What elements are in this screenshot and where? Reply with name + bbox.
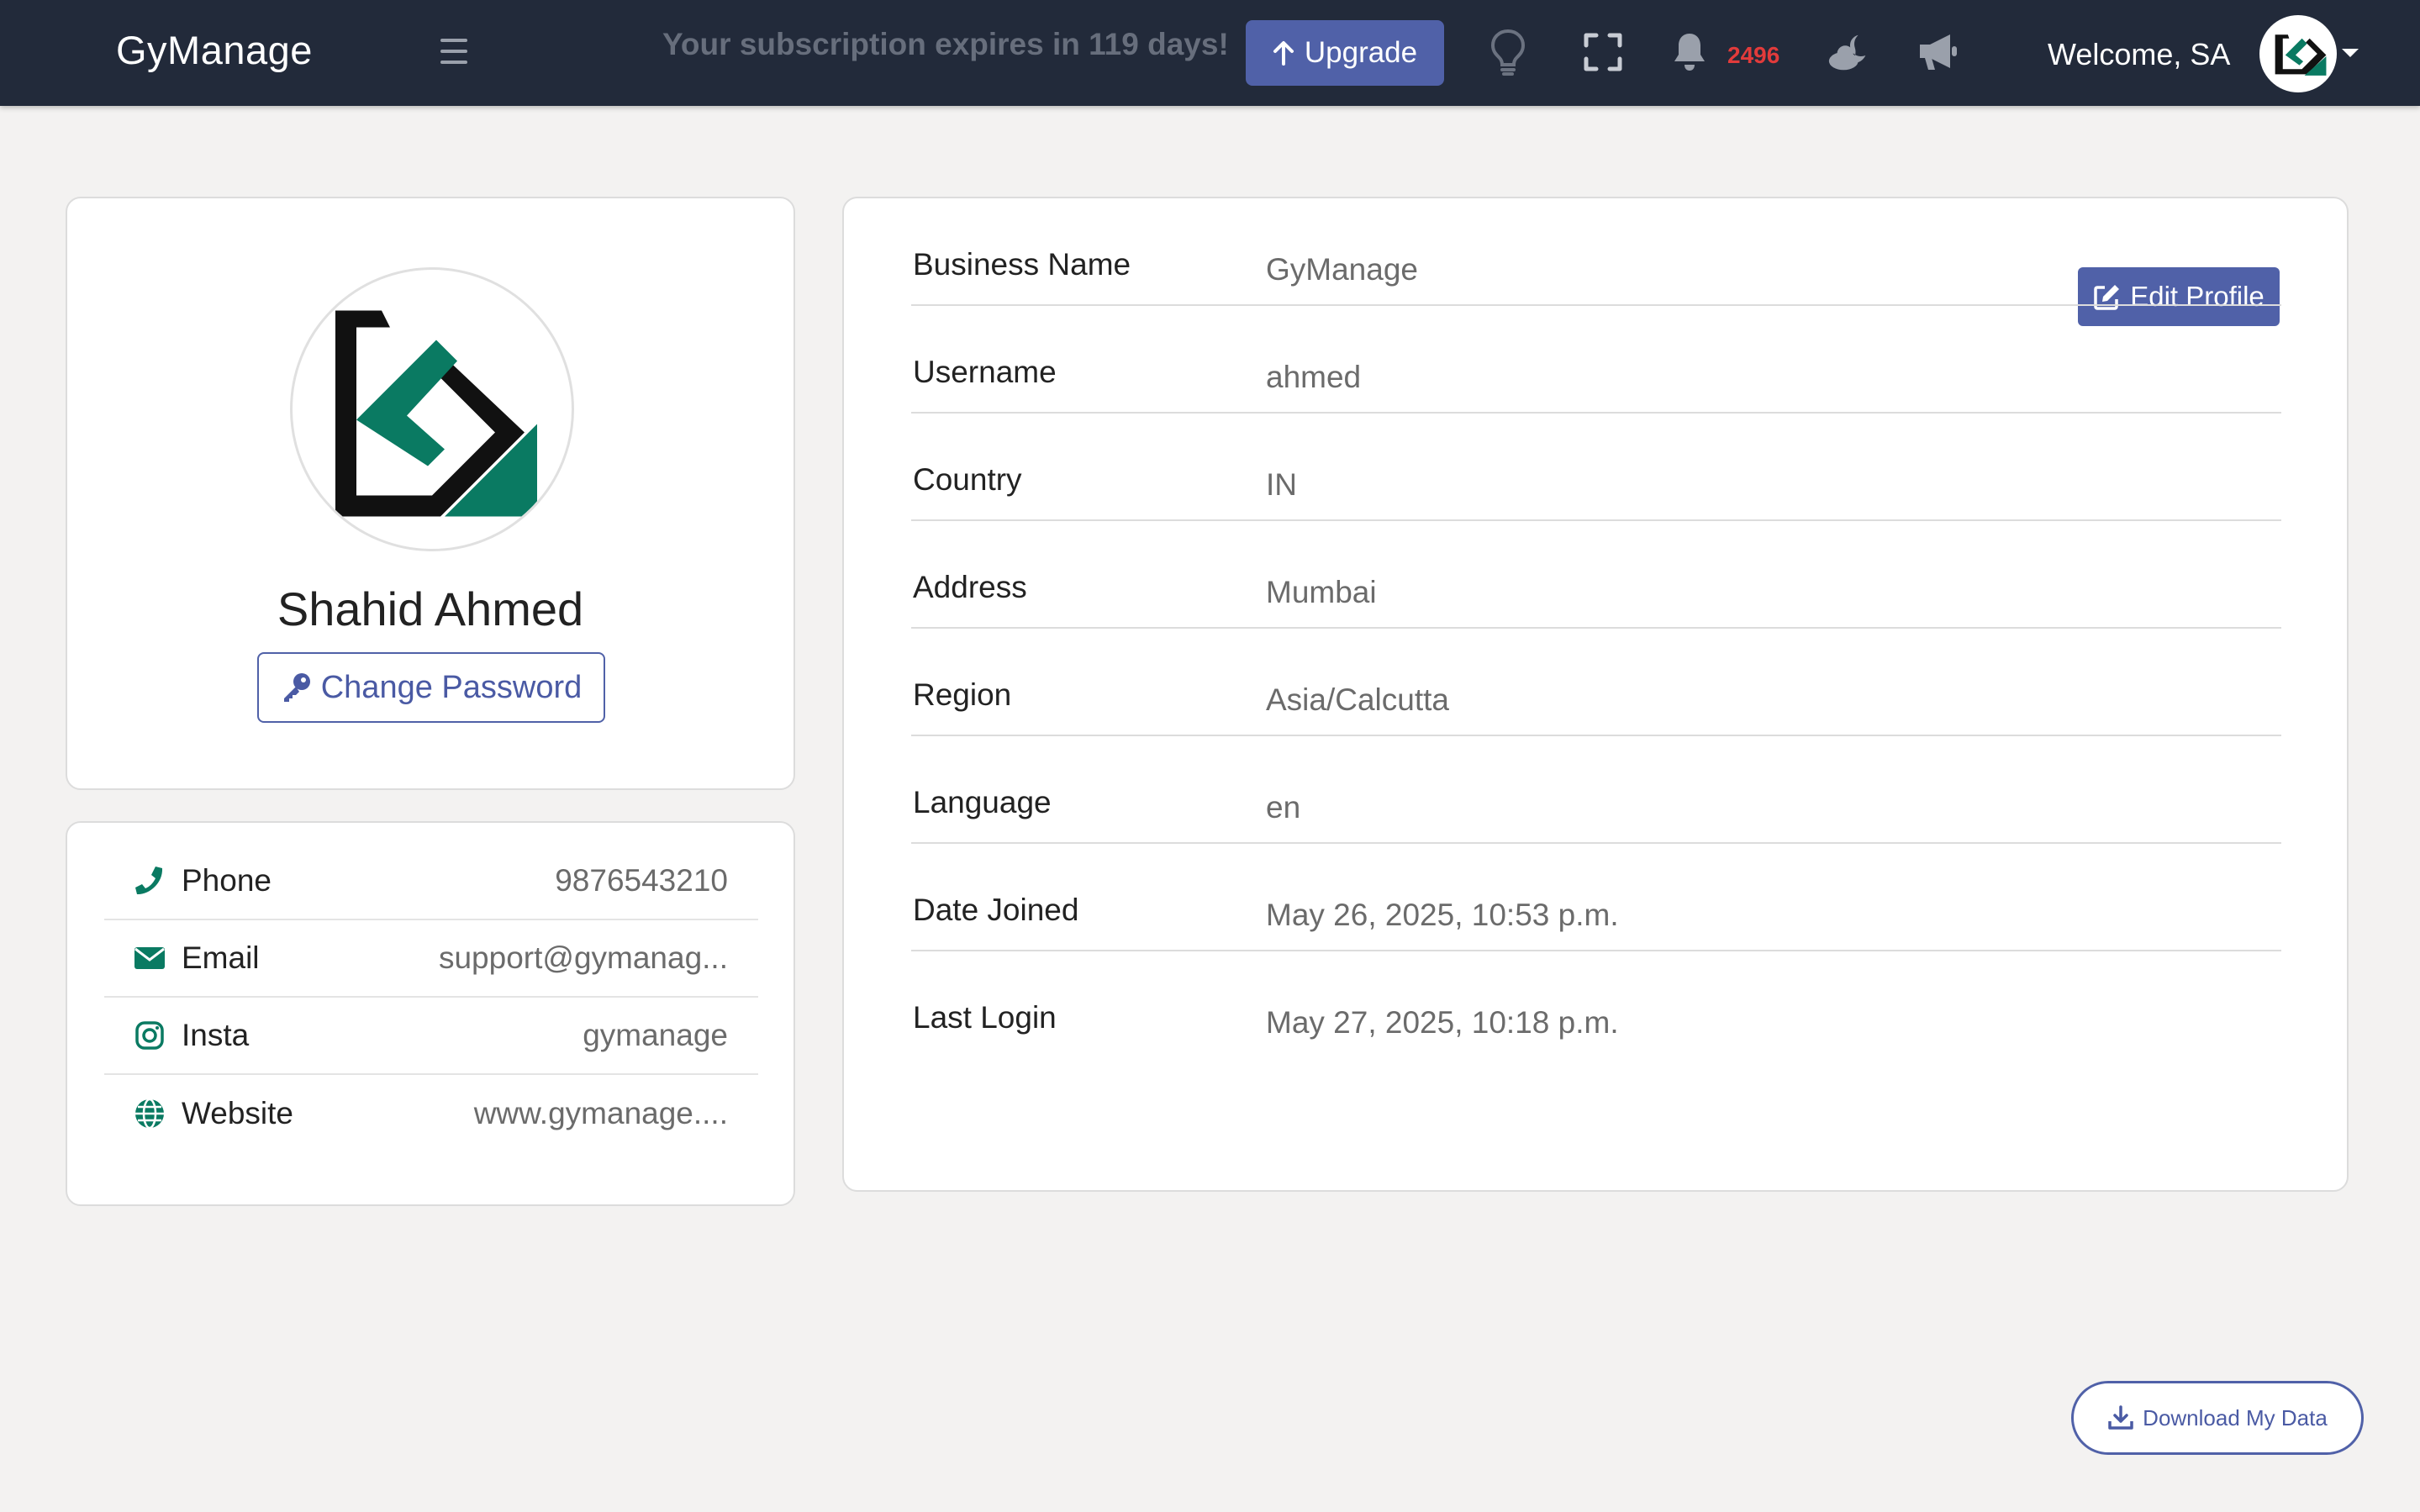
download-icon: [2108, 1405, 2133, 1430]
menu-icon[interactable]: [440, 39, 467, 64]
contact-value: 9876543210: [555, 863, 728, 898]
detail-row-business-name: Business Name GyManage: [911, 198, 2281, 306]
detail-value: GyManage: [1266, 252, 1418, 287]
detail-row-language: Language en: [911, 736, 2281, 844]
contact-row-insta: Insta gymanage: [104, 998, 758, 1075]
detail-label: Date Joined: [913, 893, 1079, 927]
detail-value: en: [1266, 790, 1301, 824]
detail-value: ahmed: [1266, 360, 1362, 394]
welcome-text: Welcome, SA: [2048, 37, 2231, 71]
top-navbar: GyManage Your subscription expires in 11…: [0, 0, 2420, 106]
contact-row-website: Website www.gymanage....: [104, 1075, 758, 1152]
profile-card: Shahid Ahmed Change Password: [66, 197, 795, 790]
subscription-message: Your subscription expires in 119 days!: [662, 27, 1229, 61]
notification-count[interactable]: 2496: [1727, 42, 1779, 69]
change-password-label: Change Password: [320, 669, 583, 705]
profile-avatar: [290, 267, 574, 551]
download-label: Download My Data: [2143, 1404, 2328, 1430]
arrow-up-icon: [1273, 41, 1294, 66]
detail-value: May 27, 2025, 10:18 p.m.: [1266, 1005, 1619, 1040]
globe-icon: [129, 1098, 170, 1130]
instagram-icon: [129, 1021, 170, 1050]
change-password-button[interactable]: Change Password: [257, 652, 605, 723]
download-my-data-button[interactable]: Download My Data: [2071, 1381, 2364, 1455]
user-avatar[interactable]: [2259, 15, 2337, 92]
detail-value: May 26, 2025, 10:53 p.m.: [1266, 898, 1619, 932]
bell-icon[interactable]: [1665, 25, 1714, 79]
detail-value: IN: [1266, 467, 1297, 502]
contact-label: Phone: [182, 863, 272, 898]
fullscreen-icon[interactable]: [1579, 25, 1627, 79]
contact-value[interactable]: support@gymanag...: [439, 940, 728, 976]
contact-label: Website: [182, 1096, 293, 1130]
moon-cloud-icon[interactable]: [1826, 25, 1874, 79]
contact-card: Phone 9876543210 Email support@gymanag..…: [66, 821, 795, 1206]
detail-row-username: Username ahmed: [911, 306, 2281, 414]
contact-row-phone: Phone 9876543210: [104, 843, 758, 920]
lightbulb-icon[interactable]: [1484, 25, 1532, 79]
contact-value[interactable]: gymanage: [583, 1018, 728, 1053]
detail-label: Country: [913, 462, 1022, 497]
brand-name[interactable]: GyManage: [116, 27, 313, 73]
detail-row-date-joined: Date Joined May 26, 2025, 10:53 p.m.: [911, 844, 2281, 951]
envelope-icon: [129, 946, 170, 971]
contact-label: Insta: [182, 1018, 250, 1052]
chevron-down-icon[interactable]: [2342, 49, 2359, 57]
gymanage-logo: [335, 310, 537, 517]
profile-details-card: Edit Profile Business Name GyManage User…: [842, 197, 2349, 1192]
megaphone-icon[interactable]: [1913, 25, 1962, 79]
upgrade-button[interactable]: Upgrade: [1246, 20, 1444, 86]
phone-icon: [129, 865, 170, 897]
detail-label: Business Name: [913, 247, 1131, 282]
detail-row-address: Address Mumbai: [911, 521, 2281, 629]
detail-row-last-login: Last Login May 27, 2025, 10:18 p.m.: [911, 951, 2281, 1059]
profile-name: Shahid Ahmed: [277, 582, 584, 635]
contact-value[interactable]: www.gymanage....: [474, 1096, 728, 1131]
detail-row-region: Region Asia/Calcutta: [911, 629, 2281, 736]
detail-label: Username: [913, 355, 1057, 389]
detail-value: Mumbai: [1266, 575, 1377, 609]
contact-label: Email: [182, 940, 260, 975]
detail-row-country: Country IN: [911, 414, 2281, 521]
detail-label: Address: [913, 570, 1027, 604]
detail-value: Asia/Calcutta: [1266, 682, 1449, 717]
detail-label: Last Login: [913, 1000, 1057, 1035]
detail-label: Language: [913, 785, 1052, 819]
contact-row-email: Email support@gymanag...: [104, 920, 758, 998]
detail-label: Region: [913, 677, 1012, 712]
upgrade-label: Upgrade: [1304, 36, 1418, 69]
key-icon: [283, 673, 310, 702]
